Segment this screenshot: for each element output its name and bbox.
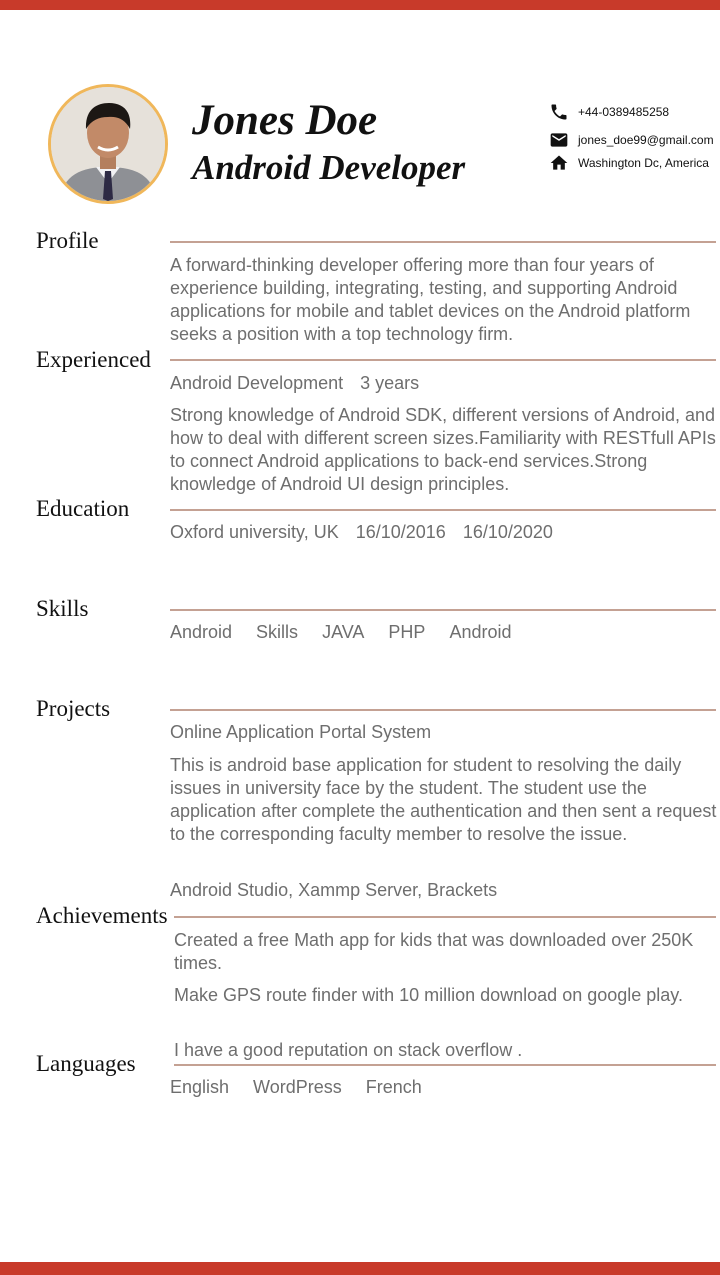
phone-number[interactable]: +44-0389485258 bbox=[578, 105, 669, 119]
experienced-divider bbox=[170, 359, 716, 361]
contact-email: jones_doe99@gmail.com bbox=[548, 130, 714, 150]
skill-item: PHP bbox=[388, 622, 426, 642]
skill-item: Android bbox=[170, 622, 233, 642]
home-icon bbox=[550, 155, 568, 170]
education-heading: Education bbox=[36, 496, 130, 521]
project-title: Online Application Portal System bbox=[170, 722, 432, 742]
education-divider bbox=[170, 509, 716, 511]
achievement-item: Created a free Math app for kids that wa… bbox=[174, 930, 694, 973]
language-item: English bbox=[170, 1077, 230, 1097]
language-item: WordPress bbox=[253, 1077, 342, 1097]
education-start-date: 16/10/2016 bbox=[355, 522, 446, 542]
projects-divider bbox=[170, 709, 716, 711]
top-accent-bar bbox=[0, 0, 720, 10]
achievements-heading: Achievements bbox=[36, 903, 168, 928]
achievement-item: I have a good reputation on stack overfl… bbox=[174, 1040, 523, 1060]
experienced-heading: Experienced bbox=[36, 347, 151, 372]
email-icon bbox=[550, 133, 568, 147]
skills-list: Android Skills JAVA PHP Android bbox=[170, 622, 535, 643]
skills-heading: Skills bbox=[36, 596, 89, 621]
bottom-accent-bar bbox=[0, 1262, 720, 1275]
contact-address: Washington Dc, America bbox=[548, 153, 709, 173]
experience-entry: Android Development 3 years bbox=[170, 373, 443, 394]
phone-icon bbox=[551, 104, 567, 120]
education-school: Oxford university, UK bbox=[170, 522, 339, 542]
languages-list: English WordPress French bbox=[170, 1077, 446, 1098]
achievements-divider bbox=[174, 916, 716, 918]
profile-heading: Profile bbox=[36, 228, 99, 253]
skills-divider bbox=[170, 609, 716, 611]
language-item: French bbox=[365, 1077, 422, 1097]
profile-divider bbox=[170, 241, 716, 243]
profile-photo bbox=[51, 87, 165, 201]
avatar bbox=[48, 84, 168, 204]
languages-divider bbox=[174, 1064, 716, 1066]
experience-description: Strong knowledge of Android SDK, differe… bbox=[170, 405, 716, 494]
profile-summary: A forward-thinking developer offering mo… bbox=[170, 255, 691, 344]
experience-duration: 3 years bbox=[360, 373, 420, 393]
address: Washington Dc, America bbox=[578, 156, 709, 170]
email-address[interactable]: jones_doe99@gmail.com bbox=[578, 133, 714, 147]
achievement-item: Make GPS route finder with 10 million do… bbox=[174, 985, 683, 1005]
skill-item: JAVA bbox=[322, 622, 365, 642]
experience-role: Android Development bbox=[170, 373, 344, 393]
project-name: Online Application Portal System bbox=[170, 722, 455, 743]
project-tools: Android Studio, Xammp Server, Brackets bbox=[170, 880, 521, 901]
skill-item: Android bbox=[449, 622, 512, 642]
languages-heading: Languages bbox=[36, 1051, 136, 1076]
skill-item: Skills bbox=[256, 622, 299, 642]
contact-phone: +44-0389485258 bbox=[548, 102, 669, 122]
education-entry: Oxford university, UK 16/10/2016 16/10/2… bbox=[170, 522, 570, 543]
project-tools-list: Android Studio, Xammp Server, Brackets bbox=[170, 880, 498, 900]
education-end-date: 16/10/2020 bbox=[462, 522, 553, 542]
job-title: Android Developer bbox=[192, 148, 466, 187]
projects-heading: Projects bbox=[36, 696, 111, 721]
candidate-name: Jones Doe bbox=[192, 97, 378, 144]
project-description: This is android base application for stu… bbox=[170, 755, 717, 844]
